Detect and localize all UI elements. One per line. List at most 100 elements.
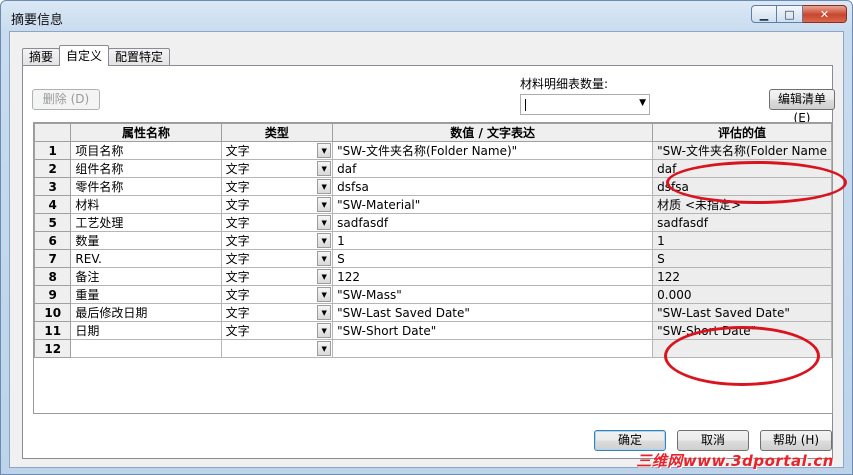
minimize-button[interactable]: ▁	[751, 5, 777, 23]
value-expression-cell[interactable]: "SW-Mass"	[332, 285, 654, 304]
type-dropdown-arrow-icon[interactable]: ▼	[317, 287, 332, 302]
table-row[interactable]: 6 数量 文字 ▼ 1 1	[34, 231, 832, 250]
type-dropdown-arrow-icon[interactable]: ▼	[317, 269, 332, 284]
evaluated-value-cell: sadfasdf	[652, 213, 832, 232]
ok-button[interactable]: 确定	[594, 430, 666, 451]
table-row[interactable]: 12 ▼	[34, 339, 832, 358]
value-expression-cell-text: "SW-Short Date"	[337, 323, 437, 338]
type-dropdown-arrow-icon[interactable]: ▼	[317, 179, 332, 194]
table-row[interactable]: 11 日期 文字 ▼ "SW-Short Date" "SW-Short Date"	[34, 321, 832, 340]
type-cell[interactable]: 文字 ▼	[220, 303, 334, 322]
cancel-button[interactable]: 取消	[677, 430, 749, 451]
property-name-cell[interactable]: 日期	[70, 321, 222, 340]
help-button[interactable]: 帮助 (H)	[760, 430, 832, 451]
type-cell[interactable]: 文字 ▼	[220, 249, 334, 268]
type-cell-text: 文字	[225, 180, 250, 194]
value-expression-cell[interactable]: 122	[332, 267, 654, 286]
row-number-text: 11	[44, 323, 62, 338]
delete-button[interactable]: 删除 (D)	[32, 89, 100, 110]
row-number[interactable]: 2	[34, 159, 72, 178]
value-expression-cell[interactable]: "SW-Material"	[332, 195, 654, 214]
type-cell[interactable]: 文字 ▼	[220, 159, 334, 178]
type-cell[interactable]: 文字 ▼	[220, 231, 334, 250]
type-cell[interactable]: 文字 ▼	[220, 195, 334, 214]
type-dropdown-arrow-icon[interactable]: ▼	[317, 233, 332, 248]
value-expression-cell[interactable]	[332, 339, 654, 358]
row-number[interactable]: 5	[34, 213, 72, 232]
property-name-cell[interactable]: 数量	[70, 231, 222, 250]
type-cell[interactable]: 文字 ▼	[220, 177, 334, 196]
property-name-cell[interactable]	[70, 339, 222, 358]
table-row[interactable]: 8 备注 文字 ▼ 122 122	[34, 267, 832, 286]
row-number-text: 8	[48, 269, 57, 284]
table-row[interactable]: 2 组件名称 文字 ▼ daf daf	[34, 159, 832, 178]
type-cell[interactable]: 文字 ▼	[220, 213, 334, 232]
value-expression-cell[interactable]: S	[332, 249, 654, 268]
table-row[interactable]: 7 REV. 文字 ▼ S S	[34, 249, 832, 268]
type-dropdown-arrow-icon[interactable]: ▼	[317, 197, 332, 212]
header-row: 属性名称 类型 数值 / 文字表达 评估的值	[34, 123, 832, 142]
tab-custom[interactable]: 自定义	[59, 45, 110, 66]
row-number[interactable]: 3	[34, 177, 72, 196]
row-number[interactable]: 6	[34, 231, 72, 250]
value-expression-cell[interactable]: "SW-Short Date"	[332, 321, 654, 340]
property-name-cell[interactable]: 最后修改日期	[70, 303, 222, 322]
type-cell[interactable]: 文字 ▼	[220, 141, 334, 160]
edit-list-button[interactable]: 编辑清单 (E)	[769, 89, 835, 125]
bom-quantity-select[interactable]: ▼	[520, 94, 650, 115]
property-name-cell[interactable]: 备注	[70, 267, 222, 286]
type-dropdown-arrow-icon[interactable]: ▼	[317, 251, 332, 266]
type-dropdown-arrow-icon[interactable]: ▼	[317, 215, 332, 230]
value-expression-cell[interactable]: "SW-文件夹名称(Folder Name)"	[332, 141, 654, 160]
row-number[interactable]: 10	[34, 303, 72, 322]
property-name-cell[interactable]: 项目名称	[70, 141, 222, 160]
type-dropdown-arrow-icon[interactable]: ▼	[317, 161, 332, 176]
type-cell[interactable]: 文字 ▼	[220, 285, 334, 304]
row-number[interactable]: 12	[34, 339, 72, 358]
table-row[interactable]: 5 工艺处理 文字 ▼ sadfasdf sadfasdf	[34, 213, 832, 232]
table-row[interactable]: 3 零件名称 文字 ▼ dsfsa dsfsa	[34, 177, 832, 196]
properties-table: 属性名称 类型 数值 / 文字表达 评估的值 1 项目名称 文字 ▼ "SW-文件夹名称…	[34, 123, 832, 358]
table-row[interactable]: 10 最后修改日期 文字 ▼ "SW-Last Saved Date" "SW-Last …	[34, 303, 832, 322]
value-expression-cell[interactable]: "SW-Last Saved Date"	[332, 303, 654, 322]
type-dropdown-arrow-icon[interactable]: ▼	[317, 305, 332, 320]
type-dropdown-arrow-icon[interactable]: ▼	[317, 341, 332, 356]
header-property-name[interactable]: 属性名称	[70, 123, 222, 142]
type-cell[interactable]: 文字 ▼	[220, 267, 334, 286]
close-button[interactable]: ✕	[803, 5, 847, 23]
tab-configuration-specific[interactable]: 配置特定	[108, 48, 171, 66]
property-name-cell[interactable]: 工艺处理	[70, 213, 222, 232]
header-evaluated-value[interactable]: 评估的值	[652, 123, 832, 142]
property-name-cell[interactable]: 重量	[70, 285, 222, 304]
value-expression-cell[interactable]: sadfasdf	[332, 213, 654, 232]
row-number[interactable]: 8	[34, 267, 72, 286]
type-cell[interactable]: 文字 ▼	[220, 321, 334, 340]
row-number[interactable]: 7	[34, 249, 72, 268]
property-name-cell[interactable]: 组件名称	[70, 159, 222, 178]
evaluated-value-cell: 1	[652, 231, 832, 250]
type-dropdown-arrow-icon[interactable]: ▼	[317, 323, 332, 338]
property-name-cell[interactable]: 材料	[70, 195, 222, 214]
row-number[interactable]: 1	[34, 141, 72, 160]
type-cell[interactable]: ▼	[220, 339, 334, 358]
table-row[interactable]: 9 重量 文字 ▼ "SW-Mass" 0.000	[34, 285, 832, 304]
evaluated-value-cell-text: "SW-Last Saved Date"	[657, 305, 790, 320]
row-number-text: 2	[48, 161, 57, 176]
row-number[interactable]: 11	[34, 321, 72, 340]
property-name-cell[interactable]: 零件名称	[70, 177, 222, 196]
value-expression-cell[interactable]: dsfsa	[332, 177, 654, 196]
type-dropdown-arrow-icon[interactable]: ▼	[317, 143, 332, 158]
tab-summary[interactable]: 摘要	[22, 48, 61, 66]
value-expression-cell-text: sadfasdf	[337, 215, 389, 230]
header-type[interactable]: 类型	[220, 123, 334, 142]
header-value-expression[interactable]: 数值 / 文字表达	[332, 123, 654, 142]
table-row[interactable]: 4 材料 文字 ▼ "SW-Material" 材质 <未指定>	[34, 195, 832, 214]
value-expression-cell[interactable]: daf	[332, 159, 654, 178]
value-expression-cell[interactable]: 1	[332, 231, 654, 250]
row-number[interactable]: 4	[34, 195, 72, 214]
property-name-cell[interactable]: REV.	[70, 249, 222, 268]
maximize-button[interactable]: □	[777, 5, 803, 23]
row-number[interactable]: 9	[34, 285, 72, 304]
table-row[interactable]: 1 项目名称 文字 ▼ "SW-文件夹名称(Folder Name)" "SW-文件夹名称…	[34, 141, 832, 160]
row-number-text: 6	[48, 233, 57, 248]
